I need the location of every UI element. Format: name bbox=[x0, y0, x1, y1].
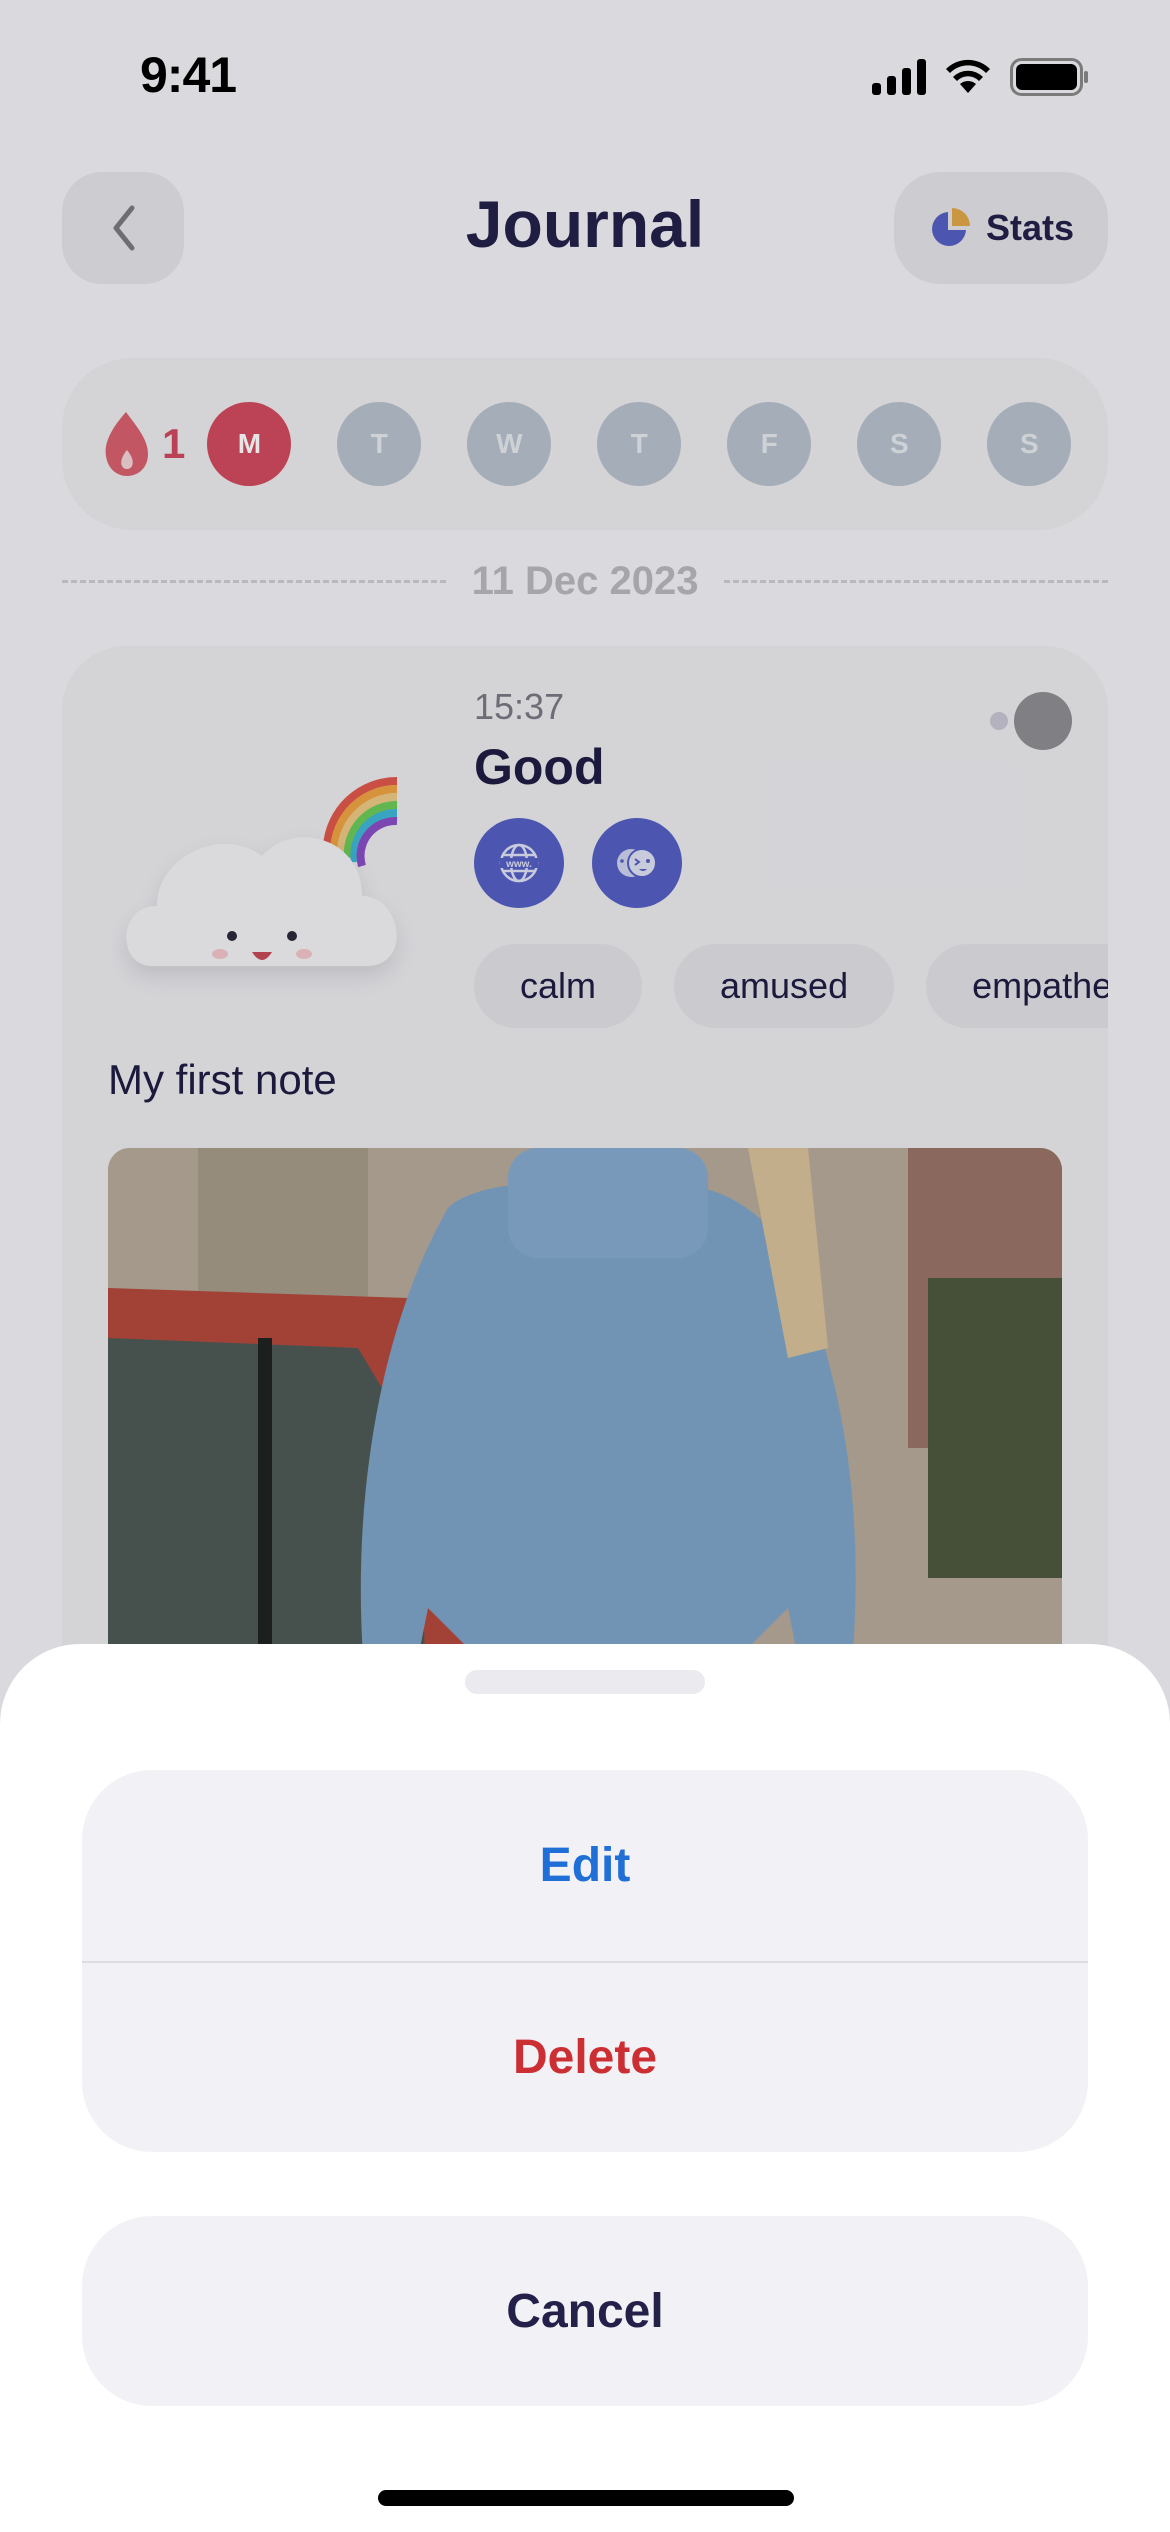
stats-label: Stats bbox=[985, 207, 1075, 248]
day-saturday[interactable]: S bbox=[857, 402, 942, 486]
streak-counter: 1 bbox=[100, 410, 185, 478]
delete-button[interactable]: Delete bbox=[82, 1961, 1088, 2152]
sheet-grabber[interactable] bbox=[465, 1670, 705, 1694]
emotion-tags: calm amused empathetic bbox=[474, 944, 1108, 1028]
globe-www-icon: www. bbox=[499, 843, 539, 883]
emotion-tag[interactable]: empathetic bbox=[926, 944, 1108, 1028]
divider bbox=[724, 579, 1108, 583]
edit-button[interactable]: Edit bbox=[82, 1770, 1088, 1961]
wifi-icon bbox=[946, 59, 990, 93]
day-sunday[interactable]: S bbox=[987, 402, 1072, 486]
divider bbox=[62, 579, 446, 583]
activity-internet: www. bbox=[474, 818, 564, 908]
cancel-group: Cancel bbox=[82, 2216, 1088, 2406]
more-options-icon bbox=[990, 712, 1008, 730]
action-group: Edit Delete bbox=[82, 1770, 1088, 2152]
cellular-signal-icon bbox=[872, 59, 926, 95]
svg-text:www.: www. bbox=[505, 859, 532, 870]
date-label: 11 Dec 2023 bbox=[471, 558, 699, 603]
activity-friends bbox=[592, 818, 682, 908]
journal-screen: 9:41 Journal Stats 1 M T W T F S S 11 De… bbox=[0, 0, 1170, 2532]
day-tuesday[interactable]: T bbox=[337, 402, 422, 486]
happy-cloud-rainbow-icon bbox=[126, 776, 398, 966]
day-friday[interactable]: F bbox=[727, 402, 812, 486]
mood-label: Good bbox=[474, 739, 605, 795]
day-thursday[interactable]: T bbox=[597, 402, 682, 486]
note-title: My first note bbox=[108, 1056, 337, 1103]
week-strip: 1 M T W T F S S bbox=[62, 358, 1108, 530]
emotion-tag[interactable]: amused bbox=[674, 944, 895, 1028]
stats-button[interactable]: Stats bbox=[894, 172, 1108, 284]
battery-icon bbox=[1010, 58, 1088, 96]
cancel-button[interactable]: Cancel bbox=[82, 2216, 1088, 2406]
date-separator: 11 Dec 2023 bbox=[62, 556, 1108, 606]
status-bar: 9:41 bbox=[0, 0, 1170, 150]
friends-faces-icon bbox=[617, 848, 657, 878]
activity-icons: www. bbox=[474, 818, 682, 908]
streak-count: 1 bbox=[162, 420, 186, 467]
entry-time: 15:37 bbox=[474, 686, 565, 727]
emotion-tag[interactable]: calm bbox=[474, 944, 643, 1028]
day-monday[interactable]: M bbox=[207, 402, 292, 486]
pie-chart-icon bbox=[932, 208, 970, 246]
more-options-button[interactable] bbox=[990, 692, 1072, 750]
touch-indicator bbox=[1014, 692, 1072, 750]
flame-icon bbox=[105, 412, 148, 476]
day-wednesday[interactable]: W bbox=[467, 402, 552, 486]
status-time: 9:41 bbox=[140, 47, 237, 103]
action-sheet: Edit Delete Cancel bbox=[0, 1644, 1170, 2532]
home-indicator bbox=[378, 2490, 794, 2506]
